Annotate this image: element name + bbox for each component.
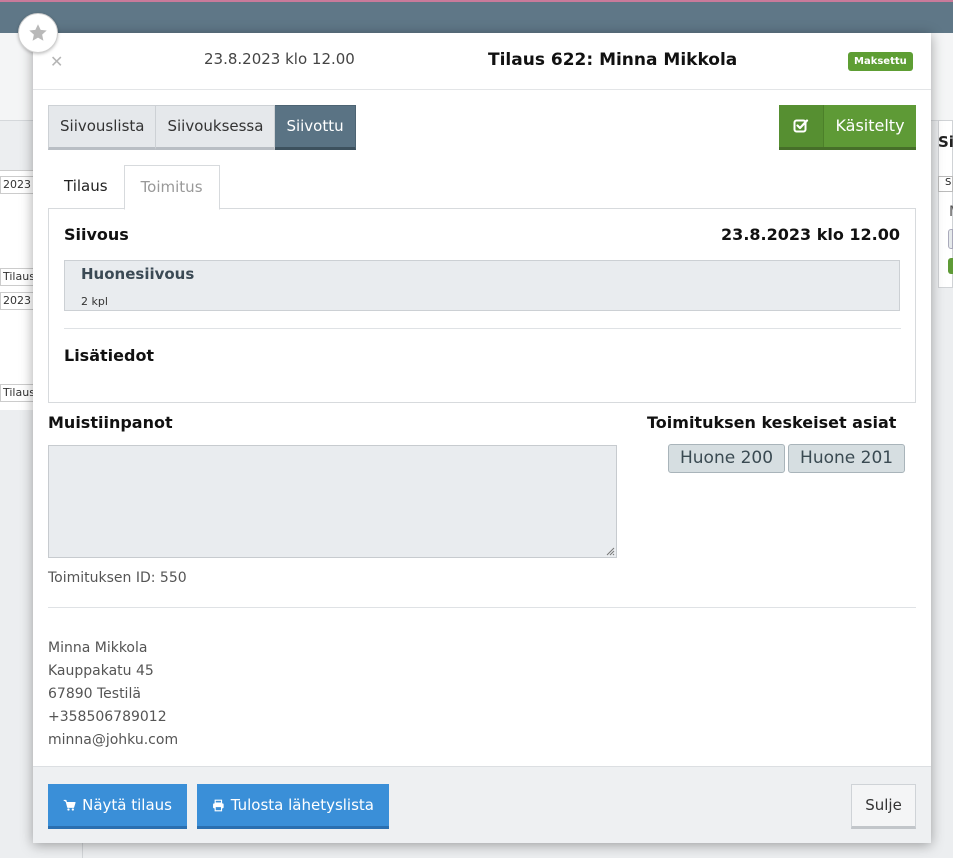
- background-right-title: Si: [938, 133, 953, 151]
- cleaning-status-group: Siivouslista Siivouksessa Siivottu: [48, 105, 356, 150]
- background-right-cell[interactable]: S: [938, 176, 953, 192]
- star-icon: [29, 24, 47, 41]
- status-button-cleaning-list[interactable]: Siivouslista: [48, 105, 157, 150]
- background-right-chip: [948, 229, 953, 249]
- resize-grip-icon[interactable]: [606, 547, 615, 556]
- room-chip: Huone 200: [668, 444, 786, 473]
- modal-footer: Näytä tilaus Tulosta lähetyslista Sulje: [33, 766, 931, 843]
- section-title-additional-info: Lisätiedot: [64, 346, 155, 365]
- checkbox-checked-icon: [779, 105, 824, 147]
- status-button-cleaning[interactable]: Siivouksessa: [156, 105, 276, 150]
- favorite-button[interactable]: [18, 13, 58, 53]
- status-badge: Maksettu: [848, 52, 913, 71]
- handled-button-label: Käsitelty: [835, 116, 905, 135]
- printer-icon: [213, 799, 224, 811]
- customer-email: minna@johku.com: [48, 732, 179, 748]
- tab-bar: Tilaus Toimitus: [48, 165, 220, 210]
- divider: [64, 328, 901, 329]
- background-right-text: M: [949, 204, 953, 220]
- section-title-cleaning: Siivous: [64, 225, 129, 244]
- delivery-panel: Siivous 23.8.2023 klo 12.00 Huonesiivous…: [48, 208, 916, 403]
- background-calendar-column: [0, 170, 35, 410]
- service-item: Huonesiivous 2 kpl: [64, 260, 900, 311]
- customer-phone: +358506789012: [48, 709, 167, 725]
- background-cell[interactable]: Tilaus: [0, 384, 34, 402]
- order-date: 23.8.2023 klo 12.00: [204, 50, 355, 68]
- background-cell[interactable]: 2023 1: [0, 176, 34, 194]
- room-chip: Huone 201: [788, 444, 906, 473]
- modal-header: ✕ 23.8.2023 klo 12.00 Tilaus 622: Minna …: [33, 33, 931, 90]
- customer-name: Minna Mikkola: [48, 640, 148, 656]
- show-order-label: Näytä tilaus: [82, 796, 172, 814]
- divider: [48, 607, 916, 608]
- delivery-id: Toimituksen ID: 550: [48, 570, 187, 586]
- show-order-button[interactable]: Näytä tilaus: [48, 784, 187, 829]
- key-points-title: Toimituksen keskeiset asiat: [647, 413, 897, 432]
- service-name: Huonesiivous: [81, 265, 195, 283]
- cleaning-date: 23.8.2023 klo 12.00: [721, 225, 900, 244]
- notes-textarea[interactable]: [48, 445, 617, 558]
- app-topbar: [0, 0, 953, 33]
- print-list-label: Tulosta lähetyslista: [230, 796, 374, 814]
- modal-title: Tilaus 622: Minna Mikkola: [488, 50, 738, 70]
- background-cell[interactable]: Tilaus: [0, 268, 34, 286]
- tab-delivery[interactable]: Toimitus: [123, 165, 220, 210]
- status-button-cleaned[interactable]: Siivottu: [275, 105, 356, 150]
- handled-button[interactable]: Käsitelty: [779, 105, 916, 150]
- print-list-button[interactable]: Tulosta lähetyslista: [197, 784, 389, 829]
- customer-contact: Minna Mikkola Kauppakatu 45 67890 Testil…: [48, 637, 178, 752]
- order-modal: ✕ 23.8.2023 klo 12.00 Tilaus 622: Minna …: [33, 33, 931, 843]
- tab-order[interactable]: Tilaus: [48, 165, 124, 210]
- background-cell[interactable]: 2023 1: [0, 292, 34, 310]
- shopping-cart-icon: [63, 799, 76, 811]
- close-icon[interactable]: ✕: [50, 52, 63, 71]
- notes-title: Muistiinpanot: [48, 413, 173, 432]
- customer-street: Kauppakatu 45: [48, 663, 154, 679]
- background-right-badge: [948, 258, 953, 274]
- service-quantity: 2 kpl: [81, 295, 108, 308]
- key-points-chips: Huone 200 Huone 201: [668, 444, 906, 473]
- customer-city: 67890 Testilä: [48, 686, 141, 702]
- close-button[interactable]: Sulje: [851, 784, 916, 829]
